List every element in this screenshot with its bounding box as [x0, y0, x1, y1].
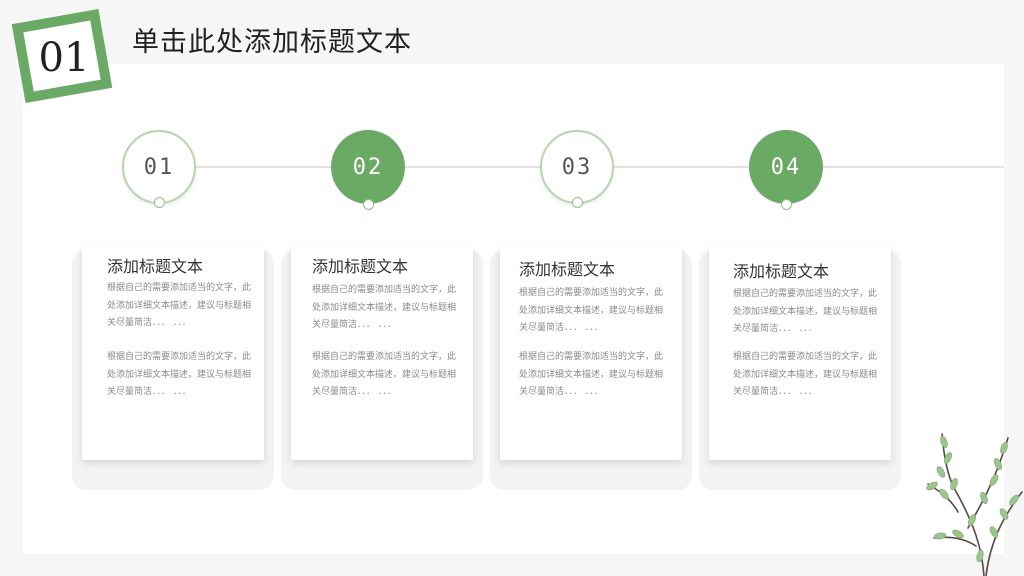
willow-branch-illustration [926, 433, 1023, 576]
card-title-2[interactable]: 添加标题文本 [312, 253, 408, 277]
step-label: 03 [561, 154, 593, 180]
card-text-2a[interactable]: 根据自己的需要添加适当的文字，此处添加详细文本描述，建议与标题相关尽量简洁．．．… [312, 282, 462, 335]
card-text-4b[interactable]: 根据自己的需要添加适当的文字，此处添加详细文本描述，建议与标题相关尽量简洁．．．… [733, 349, 883, 402]
card-text-1b[interactable]: 根据自己的需要添加适当的文字，此处添加详细文本描述，建议与标题相关尽量简洁．．．… [107, 349, 257, 402]
step-circle-2[interactable]: 02 [331, 130, 405, 210]
step-label: 02 [352, 154, 384, 180]
section-number: 01 [38, 35, 90, 81]
step-dot [153, 197, 165, 208]
step-dot [362, 199, 374, 210]
card-text-3b[interactable]: 根据自己的需要添加适当的文字，此处添加详细文本描述，建议与标题相关尽量简洁．．．… [519, 349, 669, 402]
step-circle-4[interactable]: 04 [749, 130, 823, 210]
card-text-3a[interactable]: 根据自己的需要添加适当的文字，此处添加详细文本描述，建议与标题相关尽量简洁．．．… [519, 285, 669, 338]
page-title[interactable]: 单击此处添加标题文本 [132, 20, 412, 59]
step-label: 01 [143, 154, 175, 180]
card-text-2b[interactable]: 根据自己的需要添加适当的文字，此处添加详细文本描述，建议与标题相关尽量简洁．．．… [312, 349, 462, 402]
card-title-3[interactable]: 添加标题文本 [519, 256, 615, 280]
card-text-1a[interactable]: 根据自己的需要添加适当的文字，此处添加详细文本描述，建议与标题相关尽量简洁．．．… [107, 280, 257, 333]
card-title-1[interactable]: 添加标题文本 [107, 253, 203, 277]
card-title-4[interactable]: 添加标题文本 [733, 258, 829, 282]
card-text-4a[interactable]: 根据自己的需要添加适当的文字，此处添加详细文本描述，建议与标题相关尽量简洁．．．… [733, 286, 883, 339]
step-label: 04 [770, 154, 802, 180]
step-circle-1[interactable]: 01 [122, 130, 196, 208]
step-dot [571, 197, 583, 208]
step-dot [780, 199, 792, 210]
step-circle-3[interactable]: 03 [540, 130, 614, 208]
